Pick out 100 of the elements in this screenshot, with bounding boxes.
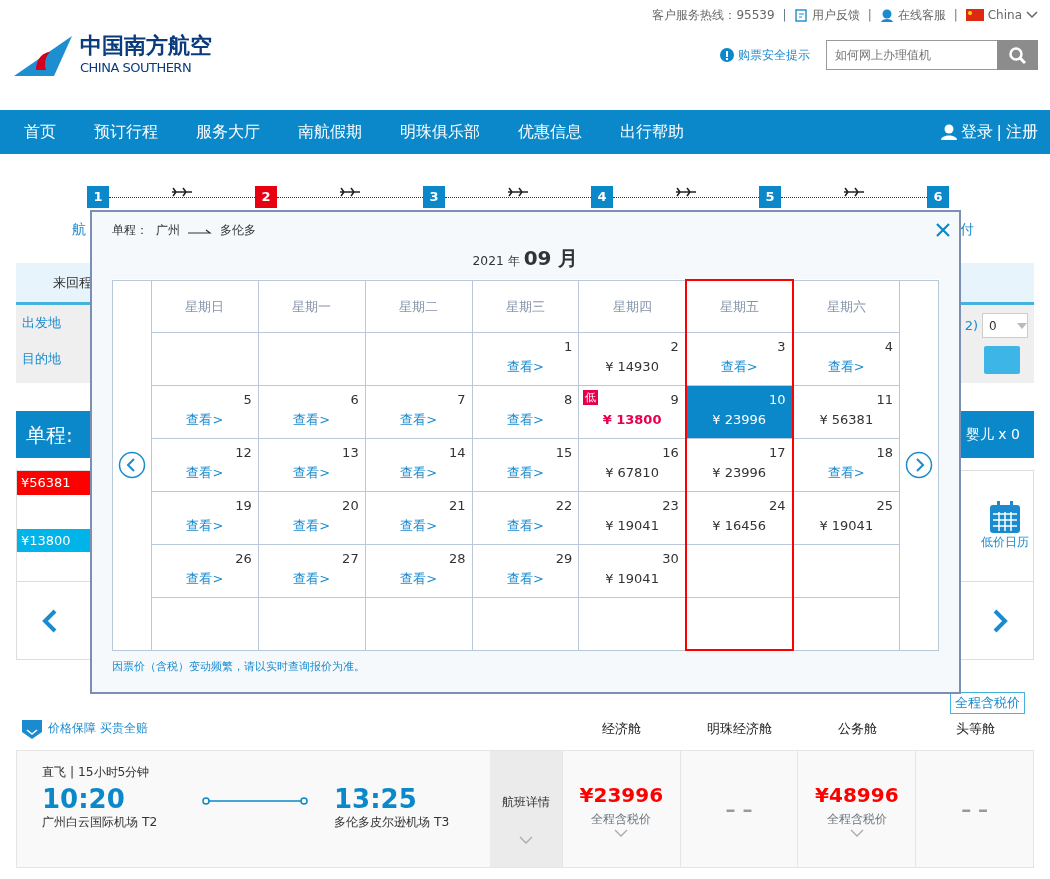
view-link[interactable]: 查看> <box>506 570 544 586</box>
view-link[interactable]: 查看> <box>400 517 438 533</box>
day-number: 28 <box>448 550 466 566</box>
view-link[interactable]: 查看> <box>186 570 224 586</box>
view-link[interactable]: 查看> <box>186 517 224 533</box>
chevron-icon[interactable] <box>614 828 629 837</box>
chevron-icon[interactable] <box>849 828 864 837</box>
view-link[interactable]: 查看> <box>400 411 438 427</box>
calendar-link[interactable]: 低价日历 <box>981 532 1029 552</box>
plane-icon <box>508 186 528 198</box>
calendar-day[interactable]: 7 查看> <box>365 385 472 439</box>
calendar-day[interactable]: 5 查看> <box>151 385 259 439</box>
view-link[interactable]: 查看> <box>186 411 224 427</box>
next-month-icon[interactable] <box>905 451 933 480</box>
price-tag: ¥56381 <box>17 471 91 495</box>
day-number: 2 <box>670 338 679 354</box>
nav-link[interactable]: 南航假期 <box>298 120 362 144</box>
calendar-day[interactable]: 15 查看> <box>472 438 579 492</box>
caret-icon[interactable] <box>1026 11 1038 19</box>
fare-price[interactable]: ¥23996 <box>579 780 664 811</box>
calendar-day[interactable]: 24 ¥ 16456 <box>685 491 793 545</box>
hotline-text: 客户服务热线：95539 <box>652 7 775 24</box>
day-price: ¥ 23996 <box>712 464 767 480</box>
fare-price[interactable]: ¥48996 <box>815 780 899 811</box>
view-link[interactable]: 查看> <box>186 464 224 480</box>
top-link[interactable]: 用户反馈 <box>811 6 860 24</box>
day-number: 19 <box>235 497 252 513</box>
close-icon[interactable] <box>935 222 951 239</box>
tax-link[interactable]: 全程含税价 <box>950 692 1025 714</box>
passenger-label: 2) <box>964 316 978 335</box>
separator: | <box>953 7 958 24</box>
safety-tip-link[interactable]: 购票安全提示 <box>738 45 810 65</box>
step-number: 4 <box>591 186 613 208</box>
day-number: 1 <box>564 338 573 354</box>
flag-icon <box>965 9 984 21</box>
view-link[interactable]: 查看> <box>506 517 544 533</box>
view-link[interactable]: 查看> <box>506 411 544 427</box>
view-link[interactable]: 查看> <box>720 358 758 374</box>
view-link[interactable]: 查看> <box>506 464 544 480</box>
details-button[interactable]: 航班详情 <box>490 750 562 867</box>
calendar-day[interactable]: 29 查看> <box>472 544 579 598</box>
step-number: 3 <box>423 186 445 208</box>
view-link[interactable]: 查看> <box>293 517 331 533</box>
view-link[interactable]: 查看> <box>506 358 544 374</box>
step-number: 5 <box>759 186 781 208</box>
day-number: 14 <box>448 444 466 460</box>
calendar-day[interactable]: 13 查看> <box>258 438 366 492</box>
view-link[interactable]: 查看> <box>827 358 865 374</box>
nav-link[interactable]: 预订行程 <box>94 120 158 144</box>
day-number: 6 <box>350 391 359 407</box>
calendar-day[interactable]: 19 查看> <box>151 491 259 545</box>
view-link[interactable]: 查看> <box>293 464 331 480</box>
view-link[interactable]: 查看> <box>400 464 438 480</box>
passenger-select[interactable]: 0 <box>982 313 1028 338</box>
search-button[interactable] <box>997 40 1038 70</box>
calendar-day[interactable]: 22 查看> <box>472 491 579 545</box>
price-note: 因票价（含税）变动频繁，请以实时查询报价为准。 <box>112 659 366 676</box>
feedback-icon <box>794 8 808 22</box>
top-link[interactable]: China <box>987 6 1022 24</box>
day-number: 27 <box>342 550 359 566</box>
weekday-header: 星期六 <box>792 280 900 333</box>
calendar-day[interactable]: 12 查看> <box>151 438 259 492</box>
nav-link[interactable]: 出行帮助 <box>620 120 684 144</box>
calendar-day[interactable]: 14 查看> <box>365 438 472 492</box>
nav-link[interactable]: 明珠俱乐部 <box>400 120 480 144</box>
field-label: 目的地 <box>22 349 61 368</box>
view-link[interactable]: 查看> <box>400 570 438 586</box>
login-link[interactable]: 登录 <box>960 120 993 144</box>
chevron-icon <box>519 835 533 844</box>
nav-link[interactable]: 服务大厅 <box>196 120 260 144</box>
top-link[interactable]: 在线客服 <box>897 6 946 24</box>
day-number: 7 <box>457 391 466 407</box>
nav-link[interactable]: 首页 <box>24 120 56 144</box>
no-fare: – – <box>961 795 989 823</box>
search-field[interactable]: 如何网上办理值机 <box>826 40 997 70</box>
calendar-day[interactable]: 21 查看> <box>365 491 472 545</box>
calendar-day[interactable]: 6 查看> <box>258 385 366 439</box>
weekday-header: 星期日 <box>151 280 259 333</box>
view-link[interactable]: 查看> <box>827 464 865 480</box>
calendar-day[interactable]: 27 查看> <box>258 544 366 598</box>
calendar-day[interactable]: 10 ¥ 23996 <box>685 385 793 439</box>
register-link[interactable]: 注册 <box>1006 120 1038 144</box>
field-label: 出发地 <box>22 314 61 332</box>
nav-link[interactable]: 优惠信息 <box>518 120 582 144</box>
calendar-day[interactable]: 26 查看> <box>151 544 259 598</box>
calendar-day[interactable]: 20 查看> <box>258 491 366 545</box>
prev-month-icon[interactable] <box>118 451 146 480</box>
logo-text: 中国南方航空 <box>80 34 212 59</box>
view-link[interactable]: 查看> <box>293 411 331 427</box>
calendar-day[interactable]: 17 ¥ 23996 <box>685 438 793 492</box>
step-number: 2 <box>255 186 277 208</box>
day-number: 17 <box>769 444 786 460</box>
view-link[interactable]: 查看> <box>293 570 331 586</box>
cabin-header: 明珠经济舱 <box>705 719 773 738</box>
day-price: ¥ 19041 <box>605 517 659 533</box>
month-label: 09 月 <box>523 245 579 273</box>
calendar-day[interactable]: 8 查看> <box>472 385 579 439</box>
calendar-icon[interactable] <box>989 500 1021 533</box>
calendar-day[interactable]: 28 查看> <box>365 544 472 598</box>
calendar-day[interactable]: 1 查看> <box>472 332 579 386</box>
